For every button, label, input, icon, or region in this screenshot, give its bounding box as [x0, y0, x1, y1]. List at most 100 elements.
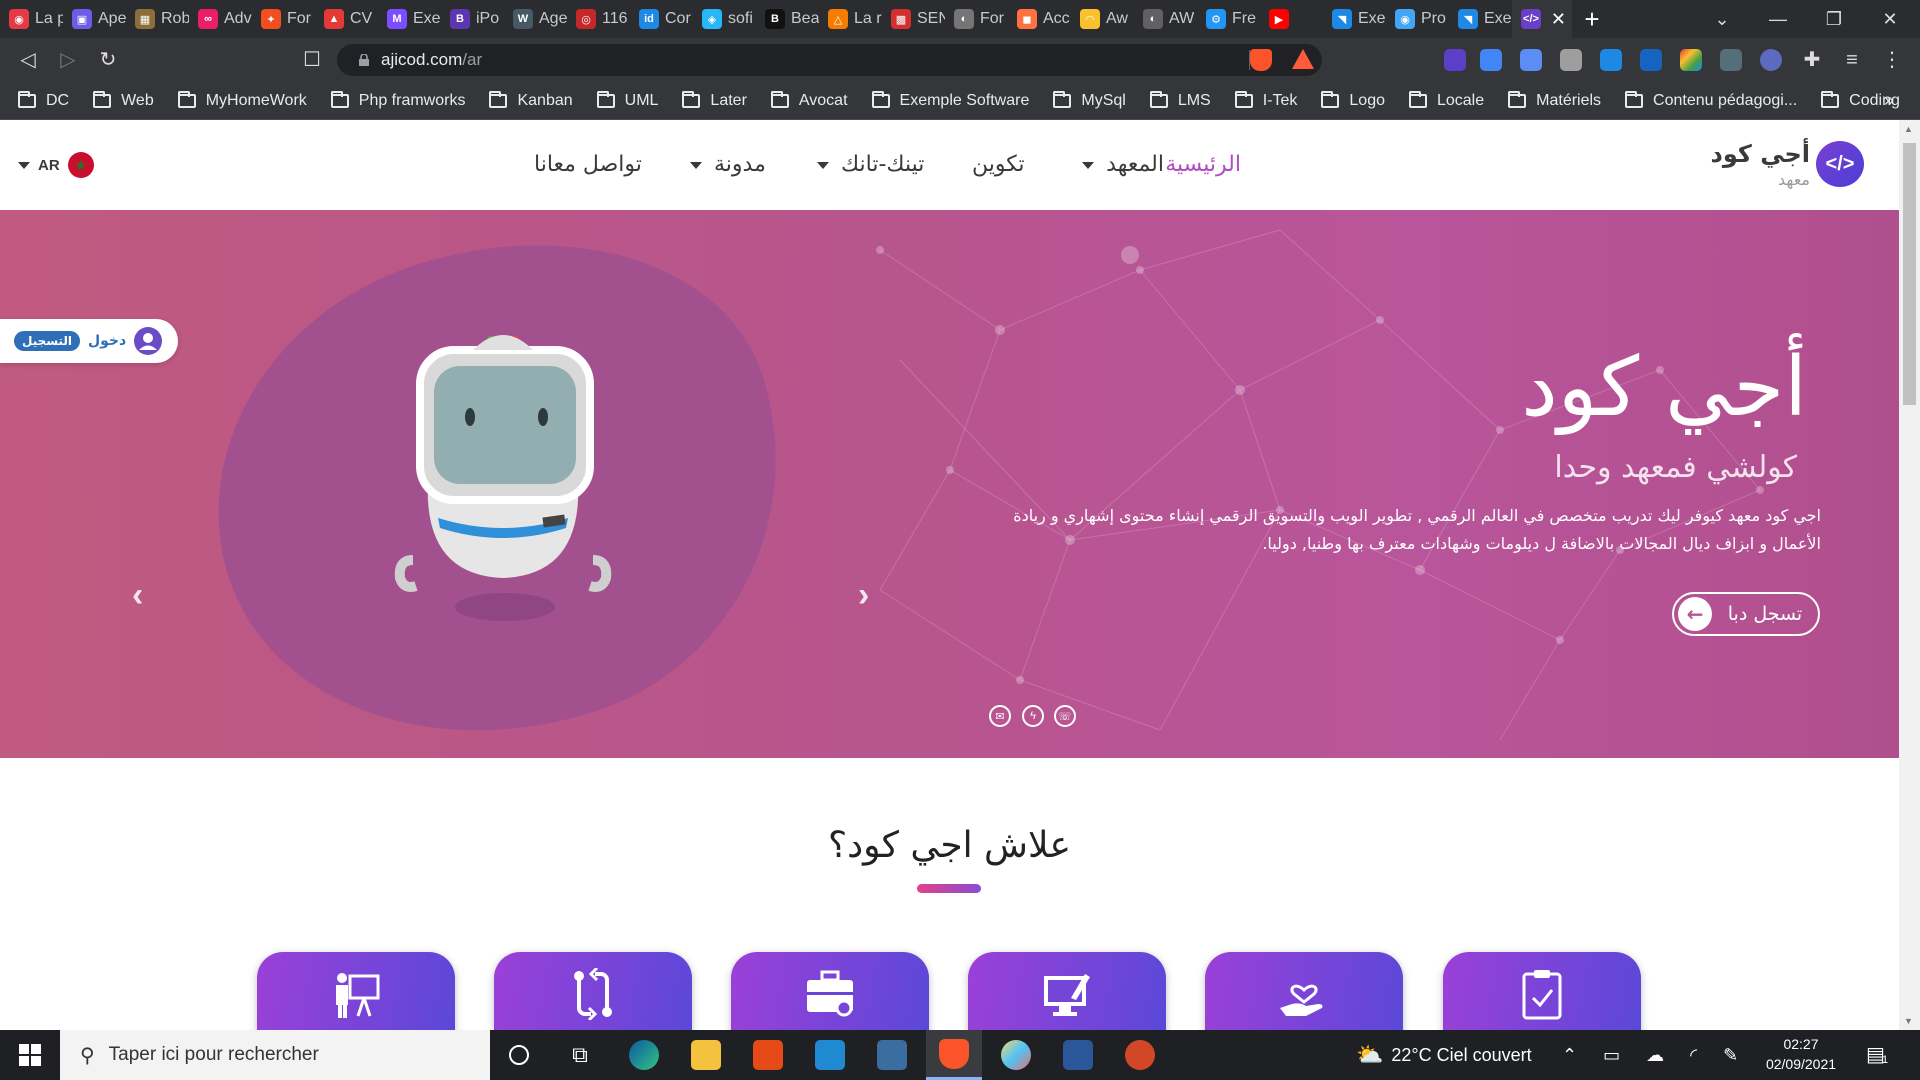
browser-tab[interactable]: ◐ AW — [1134, 0, 1197, 38]
scroll-down-icon[interactable]: ▼ — [1904, 1016, 1913, 1026]
browser-tab[interactable]: ◐ For — [945, 0, 1008, 38]
pen-icon[interactable]: ✎ — [1723, 1045, 1738, 1066]
browser-tab[interactable]: ◎ 116 — [567, 0, 630, 38]
nav-home[interactable]: الرئيسية — [1165, 152, 1241, 177]
extensions-puzzle-icon[interactable]: ✚ — [1798, 46, 1826, 74]
browser-tab[interactable]: ◠ Aw — [1071, 0, 1134, 38]
login-widget[interactable]: التسجيل دخول — [0, 319, 178, 363]
color-picker-icon[interactable] — [1680, 49, 1702, 71]
bookmark-folder[interactable]: Web — [93, 90, 154, 110]
email-icon[interactable]: ✉ — [989, 705, 1011, 727]
brave-shield-icon[interactable] — [1250, 49, 1272, 71]
bookmark-folder[interactable]: Logo — [1321, 90, 1385, 110]
clock[interactable]: 02:27 02/09/2021 — [1762, 1034, 1840, 1074]
file-explorer-app[interactable] — [678, 1030, 734, 1080]
scrollbar-thumb[interactable] — [1903, 143, 1916, 405]
feature-card-1[interactable] — [257, 952, 455, 1030]
weather-widget[interactable]: ⛅ 22°C Ciel couvert — [1356, 1030, 1532, 1080]
bookmark-folder[interactable]: Exemple Software — [871, 90, 1029, 110]
messenger-icon[interactable]: ϟ — [1022, 705, 1044, 727]
nav-think-tank[interactable]: تينك-تانك — [817, 152, 924, 177]
bookmark-folder[interactable]: Later — [682, 90, 747, 110]
scroll-up-icon[interactable]: ▲ — [1904, 124, 1913, 134]
slider-next-icon[interactable]: › — [858, 576, 869, 615]
nav-contact[interactable]: تواصل معانا — [534, 152, 642, 177]
feature-card-4[interactable] — [968, 952, 1166, 1030]
slider-prev-icon[interactable]: ‹ — [132, 576, 143, 615]
login-button[interactable]: دخول — [88, 333, 126, 349]
bookmark-folder[interactable]: Php framworks — [330, 90, 465, 110]
forward-icon[interactable]: ▷ — [54, 46, 82, 74]
feature-card-5[interactable] — [1205, 952, 1403, 1030]
close-tab-icon[interactable]: ✕ — [1551, 9, 1566, 30]
bookmark-folder[interactable]: Contenu pédagogi... — [1625, 90, 1797, 110]
address-bar[interactable]: ajicod.com/ar — [337, 44, 1322, 76]
browser-tab[interactable]: id Cor — [630, 0, 693, 38]
wifi-icon[interactable]: ◜ — [1690, 1045, 1697, 1066]
powerpoint-app[interactable] — [1112, 1030, 1168, 1080]
browser-tab[interactable]: ◉ La p — [0, 0, 63, 38]
task-view-icon[interactable]: ⧉ — [552, 1030, 608, 1080]
browser-tab[interactable]: ◥ Exe — [1449, 0, 1512, 38]
onedrive-cloud-icon[interactable]: ☁ — [1646, 1045, 1664, 1066]
notifications-icon[interactable]: ▤ 1 — [1866, 1042, 1888, 1067]
feature-card-3[interactable] — [731, 952, 929, 1030]
brave-app[interactable] — [926, 1030, 982, 1080]
browser-tab[interactable]: M Exe — [378, 0, 441, 38]
feature-card-6[interactable] — [1443, 952, 1641, 1030]
reading-list-icon[interactable]: ≡ — [1838, 46, 1866, 74]
browser-tab[interactable]: ⚙ Fre — [1197, 0, 1260, 38]
messenger-icon[interactable] — [1640, 49, 1662, 71]
browser-tab[interactable]: ◉ Pro — [1386, 0, 1449, 38]
reload-icon[interactable]: ↻ — [94, 46, 122, 74]
bookmark-folder[interactable]: I-Tek — [1234, 90, 1297, 110]
maximize-button[interactable]: ❐ — [1806, 0, 1862, 38]
bookmark-folder[interactable]: UML — [596, 90, 658, 110]
bookmark-folder[interactable]: MySql — [1053, 90, 1126, 110]
settings-gear-icon[interactable] — [1760, 49, 1782, 71]
screen-capture-icon[interactable] — [1520, 49, 1542, 71]
page-scrollbar[interactable]: ▲ ▼ — [1899, 120, 1920, 1030]
browser-tab[interactable]: </> ✕ — [1512, 0, 1572, 38]
language-switcher[interactable]: AR ★ — [18, 152, 94, 178]
register-now-button[interactable]: ← تسجل دبا — [1672, 592, 1820, 636]
browser-tab[interactable]: B Bea — [756, 0, 819, 38]
download-cloud-icon[interactable] — [1600, 49, 1622, 71]
minimize-button[interactable]: — — [1750, 0, 1806, 38]
logo-title[interactable]: أجي كود — [1700, 140, 1810, 168]
bookmark-folder[interactable]: MyHomeWork — [177, 90, 307, 110]
taskbar-search[interactable]: ⚲ Taper ici pour rechercher — [60, 1030, 490, 1080]
browser-tab[interactable]: ▩ SEN — [882, 0, 945, 38]
signup-button[interactable]: التسجيل — [14, 331, 80, 351]
browser-tab[interactable]: W Age — [504, 0, 567, 38]
nav-institute[interactable]: المعهد — [1082, 152, 1164, 177]
user-avatar-icon[interactable] — [134, 327, 163, 355]
cortana-icon[interactable] — [491, 1030, 547, 1080]
browser-tab[interactable]: ▣ Ape — [63, 0, 126, 38]
back-icon[interactable]: ◁ — [14, 46, 42, 74]
bookmarks-overflow-button[interactable]: » — [1884, 90, 1894, 111]
bookmark-folder[interactable]: DC — [18, 90, 69, 110]
bookmark-folder[interactable]: Kanban — [489, 90, 573, 110]
browser-tab[interactable]: ▦ Rob — [126, 0, 189, 38]
extension-icon-1[interactable] — [1444, 49, 1466, 71]
tab-search-icon[interactable]: ⌄ — [1694, 0, 1750, 38]
battery-icon[interactable]: ▭ — [1603, 1045, 1620, 1066]
whatsapp-icon[interactable]: ☏ — [1054, 705, 1076, 727]
browser-tab[interactable]: ✦ For — [252, 0, 315, 38]
browser-tab[interactable]: ∞ Adv — [189, 0, 252, 38]
browser-tab[interactable]: ▲ CV — [315, 0, 378, 38]
bookmark-folder[interactable]: Matériels — [1508, 90, 1601, 110]
office-app[interactable] — [740, 1030, 796, 1080]
chevron-up-icon[interactable]: ⌃ — [1562, 1045, 1577, 1066]
paint-app[interactable] — [988, 1030, 1044, 1080]
remote-desktop-app[interactable] — [864, 1030, 920, 1080]
feature-card-2[interactable] — [494, 952, 692, 1030]
browser-tab[interactable]: ◥ Exe — [1323, 0, 1386, 38]
close-window-button[interactable]: ✕ — [1862, 0, 1918, 38]
browser-tab[interactable]: BiPo — [441, 0, 504, 38]
nav-training[interactable]: تكوين — [972, 152, 1025, 177]
bookmark-folder[interactable]: LMS — [1149, 90, 1211, 110]
word-app[interactable] — [1050, 1030, 1106, 1080]
menu-icon[interactable]: ⋮ — [1878, 46, 1906, 74]
